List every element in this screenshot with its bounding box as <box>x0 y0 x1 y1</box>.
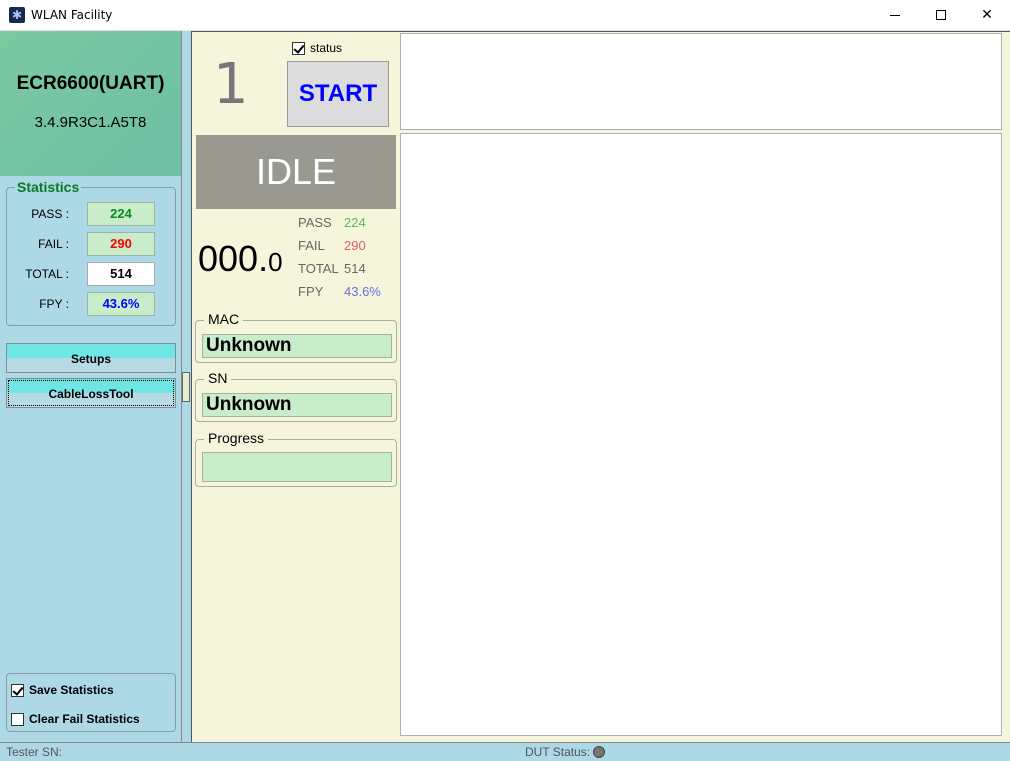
minimize-icon <box>890 14 900 16</box>
statistics-group: Statistics PASS : 224 FAIL : 290 TOTAL :… <box>6 179 177 326</box>
elapsed-timer: 000.0 <box>198 238 283 280</box>
mini-stat-label: FAIL <box>298 238 325 253</box>
mini-stat-fpy: FPY 43.6% <box>298 284 398 307</box>
fpy-value: 43.6% <box>87 292 155 316</box>
model-panel: ECR6600(UART) 3.4.9R3C1.A5T8 <box>0 31 181 176</box>
model-version: 3.4.9R3C1.A5T8 <box>34 114 147 131</box>
start-button[interactable]: START <box>287 61 389 127</box>
window-title: WLAN Facility <box>31 8 113 22</box>
progress-group: Progress <box>195 430 397 487</box>
mini-stat-value: 290 <box>344 238 366 253</box>
progress-legend: Progress <box>204 430 269 446</box>
mac-value: Unknown <box>202 334 392 358</box>
mini-stat-label: TOTAL <box>298 261 339 276</box>
status-option[interactable]: status <box>292 41 343 56</box>
fail-label: FAIL : <box>38 237 69 251</box>
maximize-icon <box>936 10 946 20</box>
dut-status-indicator-icon <box>593 746 605 758</box>
clear-fail-statistics-checkbox[interactable] <box>11 713 24 727</box>
options-group: Save Statistics Clear Fail Statistics <box>6 673 176 732</box>
save-statistics-option[interactable]: Save Statistics <box>11 683 114 699</box>
maximize-button[interactable] <box>918 0 964 31</box>
stat-row-pass: PASS : 224 <box>7 202 177 226</box>
cable-loss-tool-button[interactable]: CableLossTool <box>6 378 176 408</box>
title-bar: ✱ WLAN Facility ✕ <box>0 0 1010 31</box>
status-label: status <box>310 41 343 55</box>
slot-number: 1 <box>213 52 249 117</box>
sidebar: ECR6600(UART) 3.4.9R3C1.A5T8 Statistics … <box>0 31 181 742</box>
close-icon: ✕ <box>981 7 993 23</box>
total-label: TOTAL : <box>25 267 69 281</box>
mini-stats: PASS 224 FAIL 290 TOTAL 514 FPY 43.6% <box>298 215 398 307</box>
pass-label: PASS : <box>31 207 69 221</box>
app-icon: ✱ <box>9 7 25 23</box>
save-statistics-label: Save Statistics <box>29 683 114 697</box>
timer-fraction: 0 <box>268 247 283 277</box>
mini-stat-value: 43.6% <box>344 284 381 299</box>
setups-button[interactable]: Setups <box>6 343 176 373</box>
minimize-button[interactable] <box>872 0 918 31</box>
status-bar: Tester SN: DUT Status: <box>0 742 1010 761</box>
close-button[interactable]: ✕ <box>964 0 1010 31</box>
splitter-grip[interactable] <box>182 372 190 402</box>
mac-group: MAC Unknown <box>195 311 397 363</box>
sn-legend: SN <box>204 370 232 386</box>
mac-legend: MAC <box>204 311 244 327</box>
stat-row-total: TOTAL : 514 <box>7 262 177 286</box>
mini-stat-pass: PASS 224 <box>298 215 398 238</box>
dut-status-label: DUT Status: <box>525 745 591 759</box>
pass-count: 224 <box>87 202 155 226</box>
clear-fail-statistics-label: Clear Fail Statistics <box>29 712 140 726</box>
summary-log-area[interactable] <box>400 33 1002 130</box>
stat-row-fpy: FPY : 43.6% <box>7 292 177 316</box>
total-count: 514 <box>87 262 155 286</box>
tester-sn-label: Tester SN: <box>6 745 63 759</box>
mini-stat-value: 224 <box>344 215 366 230</box>
mini-stat-fail: FAIL 290 <box>298 238 398 261</box>
mini-stat-value: 514 <box>344 261 366 276</box>
mini-stat-label: FPY <box>298 284 324 299</box>
state-banner: IDLE <box>196 135 396 209</box>
sn-group: SN Unknown <box>195 370 397 422</box>
timer-whole: 000. <box>198 238 269 279</box>
model-name: ECR6600(UART) <box>16 73 165 94</box>
status-checkbox[interactable] <box>292 42 305 56</box>
sn-value: Unknown <box>202 393 392 417</box>
clear-fail-statistics-option[interactable]: Clear Fail Statistics <box>11 712 140 728</box>
progress-bar <box>202 452 392 482</box>
fail-count: 290 <box>87 232 155 256</box>
save-statistics-checkbox[interactable] <box>11 684 24 698</box>
test-log-area[interactable] <box>400 133 1002 736</box>
stat-row-fail: FAIL : 290 <box>7 232 177 256</box>
fpy-label: FPY : <box>39 297 69 311</box>
mini-stat-total: TOTAL 514 <box>298 261 398 284</box>
statistics-legend: Statistics <box>15 179 82 195</box>
mini-stat-label: PASS <box>298 215 332 230</box>
